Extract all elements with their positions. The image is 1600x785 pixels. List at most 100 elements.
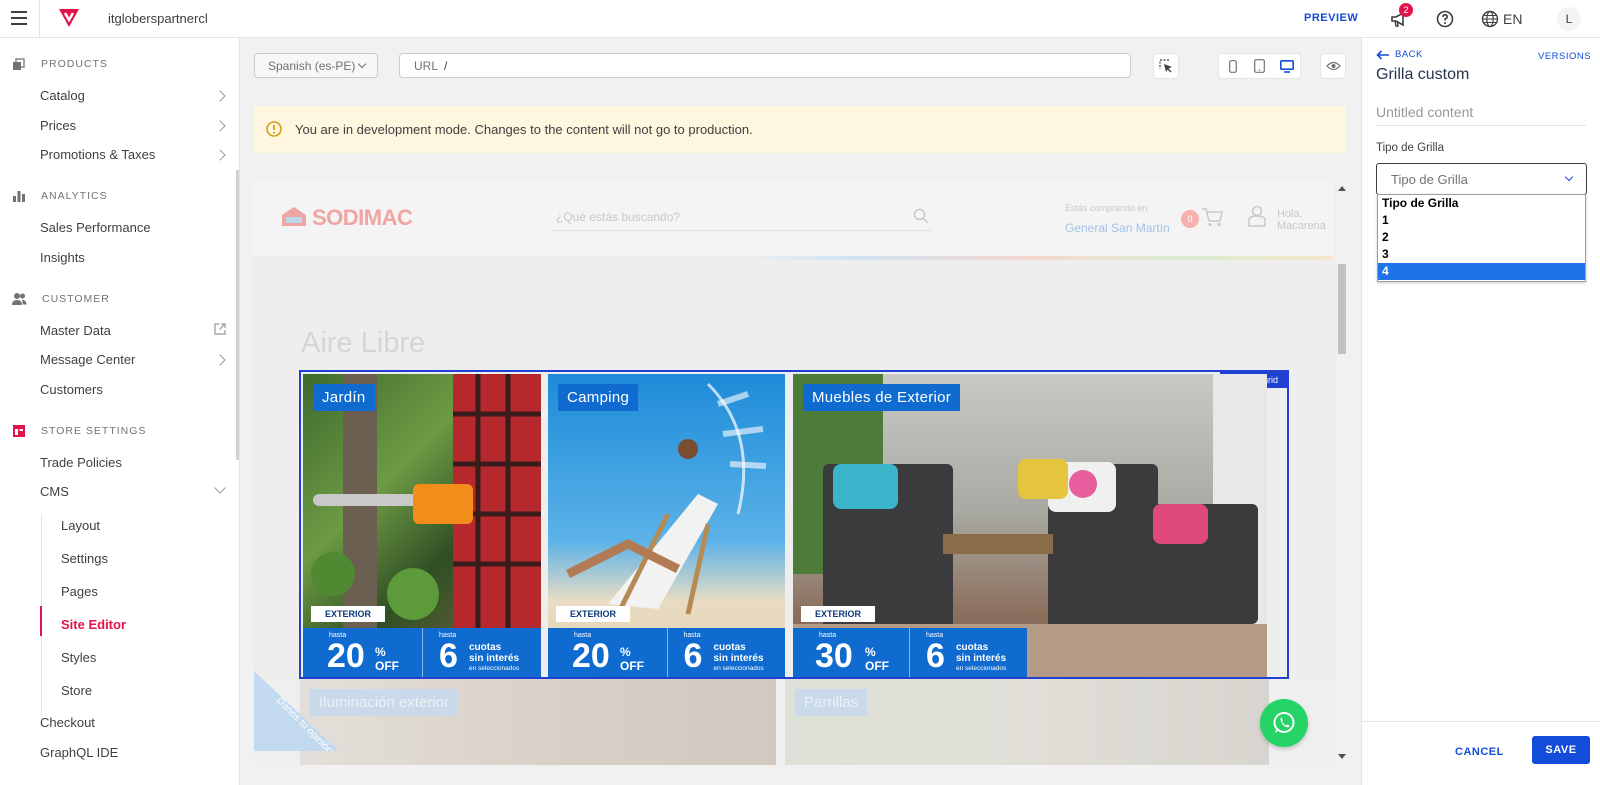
- content-name-input[interactable]: Untitled content: [1376, 104, 1586, 126]
- preview-scroll-thumb[interactable]: [1338, 264, 1346, 354]
- whatsapp-button[interactable]: [1260, 699, 1308, 747]
- url-input[interactable]: URL /: [399, 53, 1131, 78]
- custom-grid-block[interactable]: custom grid Jardín EXTERIOR hasta 20 % O…: [299, 370, 1289, 679]
- dropdown-option-selected[interactable]: 4: [1378, 263, 1585, 280]
- promo-sin-interes: sin interés: [469, 653, 520, 664]
- sidebar-item-sales-performance[interactable]: Sales Performance: [40, 220, 151, 235]
- promo-off: OFF: [620, 659, 644, 673]
- products-icon: [13, 58, 25, 70]
- promo-off: OFF: [865, 659, 889, 673]
- avatar[interactable]: L: [1557, 7, 1581, 31]
- chevron-right-icon: [214, 149, 226, 161]
- sidebar-item-checkout[interactable]: Checkout: [40, 715, 95, 730]
- desktop-button[interactable]: [1273, 54, 1300, 78]
- section-heading: Aire Libre: [301, 327, 426, 359]
- section-label: PRODUCTS: [41, 58, 108, 70]
- active-indicator: [40, 606, 42, 636]
- eye-button[interactable]: [1320, 53, 1346, 79]
- notification-badge: 2: [1399, 3, 1413, 17]
- shop-location[interactable]: General San Martín: [1065, 221, 1170, 235]
- selector-button[interactable]: [1153, 53, 1179, 79]
- sidebar-item-site-editor[interactable]: Site Editor: [61, 617, 126, 632]
- promo-percent-sign: %: [375, 645, 386, 659]
- promo-seleccionados: en seleccionados: [713, 665, 764, 672]
- back-label: BACK: [1395, 49, 1423, 60]
- promo-installments: 6: [439, 637, 458, 675]
- card-label: EXTERIOR: [311, 606, 386, 622]
- sidebar-item-master-data[interactable]: Master Data: [40, 323, 111, 338]
- installments-block: hasta 6 cuotas sin interés en selecciona…: [668, 628, 786, 677]
- grid-type-select[interactable]: Tipo de Grilla: [1376, 163, 1587, 195]
- card-title: Muebles de Exterior: [803, 384, 961, 411]
- promo-seleccionados: en seleccionados: [956, 665, 1007, 672]
- sidebar-item-message-center[interactable]: Message Center: [40, 352, 135, 367]
- header-color-strip: [254, 256, 1334, 260]
- site-preview[interactable]: SODIMAC ¿Qué estás buscando? Estás compr…: [254, 181, 1346, 765]
- sidebar-item-settings[interactable]: Settings: [61, 551, 108, 566]
- card-label: EXTERIOR: [556, 606, 631, 622]
- category-card-jardin[interactable]: Jardín EXTERIOR hasta 20 % OFF hasta 6 c…: [303, 374, 541, 677]
- sidebar-item-insights[interactable]: Insights: [40, 250, 85, 265]
- sidebar-item-customers[interactable]: Customers: [40, 382, 103, 397]
- scroll-up-icon[interactable]: [1338, 185, 1346, 191]
- globe-icon[interactable]: [1481, 10, 1499, 28]
- promo-percent-sign: %: [865, 645, 876, 659]
- sidebar-item-trade-policies[interactable]: Trade Policies: [40, 455, 122, 470]
- sidebar-item-prices[interactable]: Prices: [40, 118, 76, 133]
- cart-icon[interactable]: [1201, 207, 1223, 227]
- eye-icon: [1325, 61, 1341, 71]
- cancel-button[interactable]: CANCEL: [1455, 746, 1504, 758]
- save-button[interactable]: SAVE: [1532, 736, 1590, 764]
- sidebar-item-styles[interactable]: Styles: [61, 650, 96, 665]
- account-name[interactable]: itgloberspartnercl: [108, 11, 208, 26]
- dev-mode-warning: You are in development mode. Changes to …: [254, 106, 1346, 153]
- warning-icon: [266, 121, 282, 137]
- sidebar-item-catalog[interactable]: Catalog: [40, 88, 85, 103]
- whatsapp-icon: [1273, 712, 1295, 733]
- promo-seleccionados: en seleccionados: [469, 665, 520, 672]
- field-label: Tipo de Grilla: [1376, 142, 1444, 154]
- dropdown-option[interactable]: 1: [1378, 212, 1585, 229]
- chevron-down-icon: [357, 59, 367, 69]
- help-icon[interactable]: [1436, 10, 1454, 28]
- menu-icon[interactable]: [11, 11, 27, 25]
- promo-off: OFF: [375, 659, 399, 673]
- section-customer: CUSTOMER: [12, 290, 110, 308]
- scroll-down-icon[interactable]: [1338, 754, 1346, 760]
- sidebar-item-cms[interactable]: CMS: [40, 484, 69, 499]
- vtex-logo[interactable]: [58, 8, 80, 28]
- tablet-button[interactable]: [1246, 54, 1273, 78]
- sidebar-item-layout[interactable]: Layout: [61, 518, 100, 533]
- locale-select[interactable]: Spanish (es-PE): [254, 53, 378, 78]
- sidebar-item-pages[interactable]: Pages: [61, 584, 98, 599]
- sidebar-item-promotions[interactable]: Promotions & Taxes: [40, 147, 155, 162]
- desktop-icon: [1279, 59, 1294, 73]
- dropdown-option[interactable]: 2: [1378, 229, 1585, 246]
- sidebar-item-store[interactable]: Store: [61, 683, 92, 698]
- greeting[interactable]: Hola, Macarena: [1277, 208, 1326, 232]
- sidebar-item-graphql-ide[interactable]: GraphQL IDE: [40, 745, 118, 760]
- site-logo[interactable]: SODIMAC: [312, 205, 413, 231]
- category-card-camping[interactable]: Camping EXTERIOR hasta 20 % OFF hasta 6 …: [548, 374, 785, 677]
- dropdown-option[interactable]: 3: [1378, 246, 1585, 263]
- promo-sin-interes: sin interés: [713, 653, 764, 664]
- promo-banner: hasta 30 % OFF hasta 6 cuotas sin interé…: [793, 628, 1027, 677]
- locale-value: Spanish (es-PE): [268, 59, 356, 73]
- sidebar-scrollbar[interactable]: [236, 170, 239, 460]
- back-button[interactable]: BACK: [1376, 49, 1423, 60]
- user-icon[interactable]: [1248, 205, 1266, 227]
- chevron-down-icon: [214, 482, 226, 494]
- versions-button[interactable]: VERSIONS: [1538, 51, 1591, 62]
- site-header: SODIMAC ¿Qué estás buscando? Estás compr…: [254, 181, 1334, 259]
- search-icon[interactable]: [913, 208, 929, 224]
- promo-percent: 30: [815, 637, 853, 675]
- language-selector[interactable]: EN: [1503, 11, 1522, 27]
- dropdown-option[interactable]: Tipo de Grilla: [1378, 195, 1585, 212]
- category-card-muebles[interactable]: Muebles de Exterior EXTERIOR hasta 30 % …: [793, 374, 1267, 677]
- promo-banner: hasta 20 % OFF hasta 6 cuotas sin interé…: [548, 628, 785, 677]
- opinion-tab[interactable]: Danos tu opinión: [254, 671, 339, 751]
- mobile-button[interactable]: [1219, 54, 1246, 78]
- preview-button[interactable]: PREVIEW: [1304, 12, 1358, 24]
- site-search-input[interactable]: ¿Qué estás buscando?: [552, 203, 932, 231]
- cart-count: 0: [1181, 210, 1199, 228]
